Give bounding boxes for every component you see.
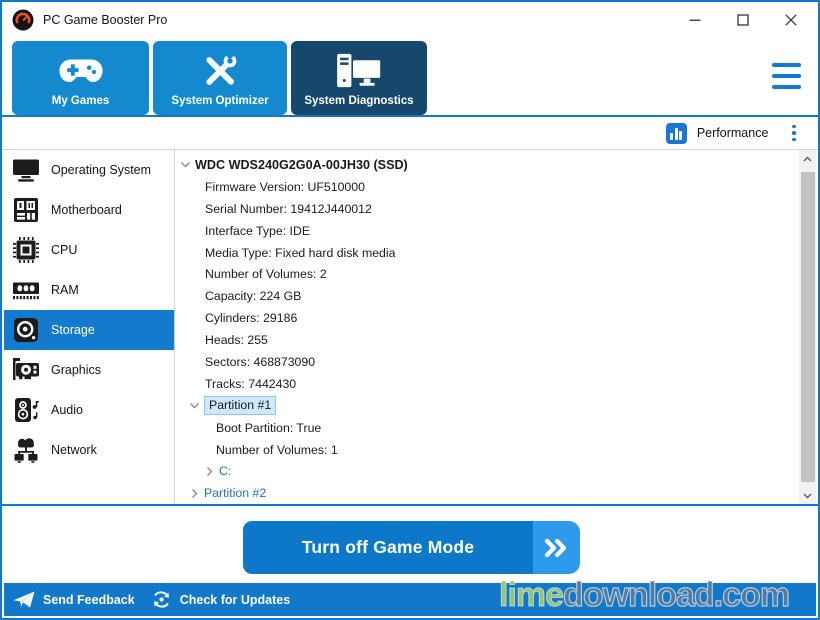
scroll-up-button[interactable] [799,150,816,167]
sidebar-item-label: RAM [51,283,79,297]
tab-system-optimizer[interactable]: System Optimizer [153,41,287,115]
tree-property[interactable]: Boot Partition: True [175,417,801,439]
tree-property[interactable]: Number of Volumes: 1 [175,439,801,461]
maximize-button[interactable] [726,5,760,35]
chevron-right-icon [203,465,216,478]
game-mode-button-label: Turn off Game Mode [243,521,533,574]
diagnostics-pc-icon [335,50,383,92]
tools-icon [200,50,240,92]
tree-property[interactable]: Capacity: 224 GB [175,285,801,307]
hardware-sidebar: Operating System Motherboard [4,150,174,504]
sidebar-item-network[interactable]: Network [4,430,174,470]
turn-off-game-mode-button[interactable]: Turn off Game Mode [243,521,580,574]
tree-property[interactable]: Sectors: 468873090 [175,351,801,373]
close-button[interactable] [774,5,808,35]
tree-property[interactable]: Firmware Version: UF510000 [175,176,801,198]
sidebar-item-label: Audio [51,403,83,417]
sidebar-item-label: CPU [51,243,77,257]
app-logo-icon [12,9,34,31]
selected-tree-node: Partition #1 [204,396,276,415]
title-bar: PC Game Booster Pro [2,2,818,38]
chevron-up-icon [803,156,812,162]
performance-view-button[interactable]: Performance [666,123,769,144]
chevron-right-icon [188,487,201,500]
minimize-icon [689,14,701,26]
sidebar-item-label: Graphics [51,363,101,377]
hamburger-menu-button[interactable] [772,63,801,89]
sidebar-item-audio[interactable]: Audio [4,390,174,430]
sidebar-item-motherboard[interactable]: Motherboard [4,190,174,230]
vertical-scrollbar[interactable] [799,150,816,504]
tab-my-games-label: My Games [52,95,110,107]
double-chevron-icon [533,521,580,574]
sidebar-item-operating-system[interactable]: Operating System [4,150,174,190]
ram-stick-icon [13,277,39,303]
check-for-updates-label: Check for Updates [180,593,290,607]
paper-plane-icon [13,591,35,608]
monitor-icon [13,157,39,183]
window-title: PC Game Booster Pro [43,13,167,27]
motherboard-icon [13,197,39,223]
status-bar: Send Feedback Check for Updates [4,583,816,616]
minimize-button[interactable] [678,5,712,35]
close-icon [785,14,797,26]
gpu-card-icon [13,357,39,383]
performance-label: Performance [697,126,769,140]
tree-node-device[interactable]: WDC WDS240G2G0A-00JH30 (SSD) [175,154,801,176]
speaker-icon [13,397,39,423]
kebab-menu-icon [792,125,796,129]
tab-system-diagnostics[interactable]: System Diagnostics [291,41,427,115]
sidebar-item-label: Operating System [51,163,151,177]
check-for-updates-button[interactable]: Check for Updates [151,589,290,610]
scroll-down-button[interactable] [799,487,816,504]
device-name: WDC WDS240G2G0A-00JH30 (SSD) [195,158,408,172]
hard-drive-icon [13,317,39,343]
tree-property[interactable]: Serial Number: 19412J440012 [175,198,801,220]
tab-system-optimizer-label: System Optimizer [171,95,268,107]
tree-property[interactable]: Media Type: Fixed hard disk media [175,242,801,264]
tree-property[interactable]: Cylinders: 29186 [175,307,801,329]
tree-node-partition-1[interactable]: Partition #1 [175,395,801,417]
sidebar-item-label: Motherboard [51,203,122,217]
content-separator [2,504,818,506]
hamburger-icon [772,63,801,67]
sidebar-item-ram[interactable]: RAM [4,270,174,310]
chevron-down-icon [803,493,812,499]
send-feedback-button[interactable]: Send Feedback [13,591,135,608]
app-window: PC Game Booster Pro My Games [0,0,820,620]
tab-my-games[interactable]: My Games [12,41,149,115]
sidebar-item-label: Network [51,443,97,457]
network-cloud-icon [13,437,39,463]
sidebar-item-label: Storage [51,323,95,337]
cpu-chip-icon [13,237,39,263]
scrollbar-thumb[interactable] [801,172,815,482]
maximize-icon [737,14,749,26]
tree-property[interactable]: Interface Type: IDE [175,220,801,242]
sidebar-item-cpu[interactable]: CPU [4,230,174,270]
tree-property[interactable]: Tracks: 7442430 [175,373,801,395]
sidebar-item-storage[interactable]: Storage [4,310,174,350]
tree-property[interactable]: Heads: 255 [175,329,801,351]
tree-property[interactable]: Number of Volumes: 2 [175,263,801,285]
storage-details-tree: WDC WDS240G2G0A-00JH30 (SSD) Firmware Ve… [175,150,801,504]
view-toolbar: Performance [2,117,818,149]
bar-chart-icon [666,123,687,144]
gamepad-icon [58,50,104,92]
tab-system-diagnostics-label: System Diagnostics [304,95,413,107]
tree-node-volume-c[interactable]: C: [175,460,801,482]
chevron-down-icon [188,399,201,412]
window-controls [678,2,808,38]
send-feedback-label: Send Feedback [43,593,135,607]
sidebar-item-graphics[interactable]: Graphics [4,350,174,390]
more-options-button[interactable] [790,123,798,144]
update-arrows-icon [151,589,172,610]
chevron-down-icon [179,158,192,171]
tree-node-partition-2[interactable]: Partition #2 [175,482,801,504]
